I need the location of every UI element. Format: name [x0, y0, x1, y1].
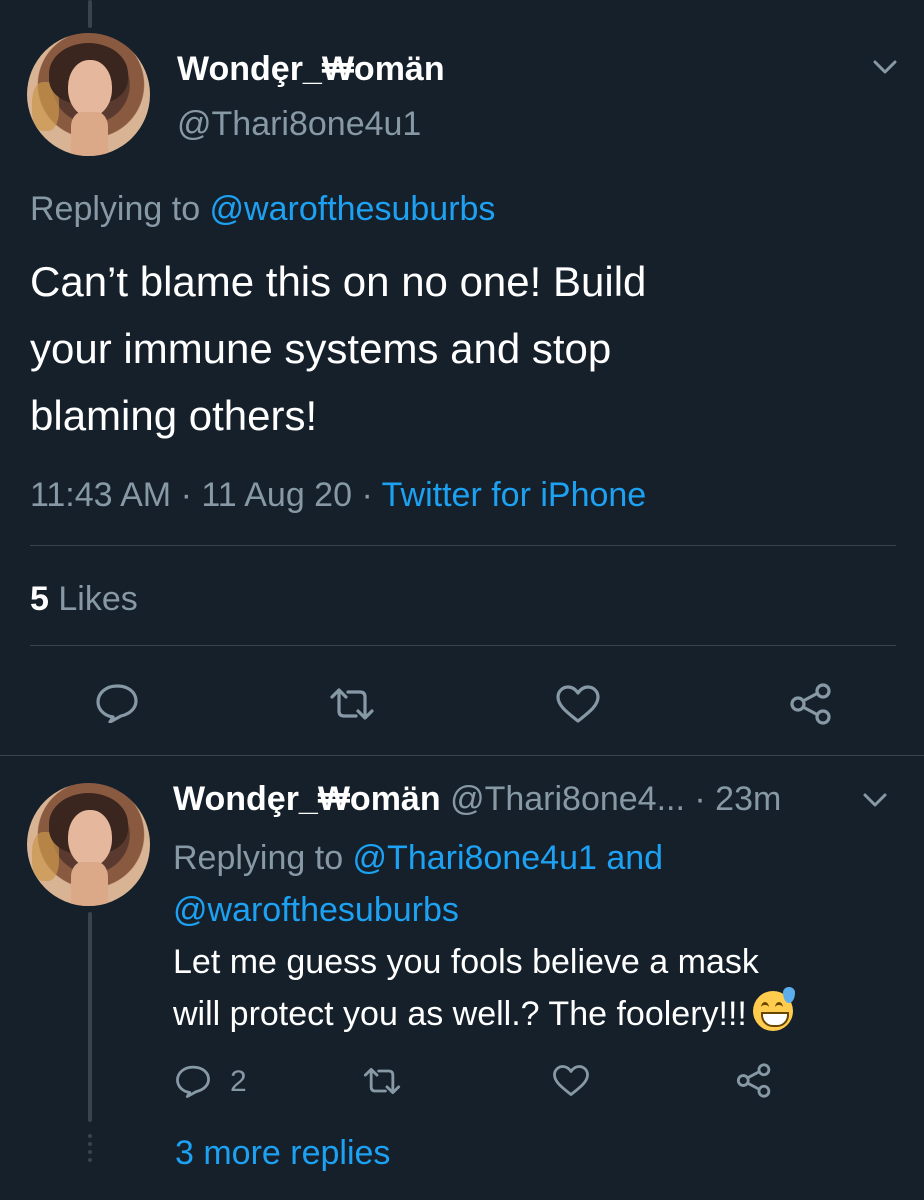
reply-text-line: Let me guess you fools believe a mask: [173, 943, 759, 981]
grinning-face-with-sweat-emoji: [752, 987, 795, 1031]
likes-count: 5: [30, 580, 49, 618]
reply-text-line: will protect you as well.? The foolery!!…: [173, 995, 747, 1033]
divider: [0, 755, 924, 756]
chevron-down-icon[interactable]: [872, 58, 898, 76]
reply-count: 2: [230, 1065, 247, 1098]
tweet-meta: 11:43 AM · 11 Aug 20 · Twitter for iPhon…: [30, 474, 646, 516]
like-icon[interactable]: [555, 684, 601, 724]
reply-age[interactable]: · 23m: [694, 780, 781, 818]
thread-dots: [85, 1134, 95, 1162]
tweet-date[interactable]: 11 Aug 20: [201, 476, 352, 514]
thread-line-reply: [88, 912, 92, 1122]
divider: [30, 545, 896, 546]
reply-text: Let me guess you fools believe a mask wi…: [173, 936, 913, 1040]
reply-replying-to: Replying to @Thari8one4u1 and @warofthes…: [173, 832, 893, 936]
tweet-source-link[interactable]: Twitter for iPhone: [382, 476, 647, 514]
tweet-text: Can’t blame this on no one! Build your i…: [30, 248, 910, 449]
retweet-icon[interactable]: [328, 686, 376, 722]
share-icon[interactable]: [788, 683, 834, 725]
replying-to-link[interactable]: @Thari8one4u1: [353, 839, 597, 877]
tweet-text-line: Can’t blame this on no one! Build: [30, 258, 647, 305]
avatar[interactable]: [27, 783, 150, 906]
divider: [30, 645, 896, 646]
reply-icon[interactable]: [175, 1064, 211, 1098]
reply-icon[interactable]: [95, 683, 139, 723]
thread-line-top: [88, 0, 92, 28]
retweet-icon[interactable]: [362, 1066, 402, 1096]
meta-separator: ·: [180, 476, 192, 514]
avatar[interactable]: [27, 33, 150, 156]
main-handle[interactable]: @Thari8one4u1: [177, 103, 421, 145]
likes-label: Likes: [58, 580, 138, 618]
reply-display-name[interactable]: Wondȩr_₩omän: [173, 780, 441, 818]
reply-handle[interactable]: @Thari8one4...: [450, 780, 685, 818]
main-display-name[interactable]: Wondȩr_₩omän: [177, 48, 445, 90]
share-icon[interactable]: [735, 1063, 773, 1098]
more-replies-link[interactable]: 3 more replies: [175, 1132, 390, 1174]
replying-prefix: Replying to: [30, 190, 210, 228]
tweet-text-line: your immune systems and stop: [30, 325, 612, 372]
replying-prefix: Replying to: [173, 839, 353, 877]
tweet-time[interactable]: 11:43 AM: [30, 476, 171, 514]
replying-to-line: Replying to @warofthesuburbs: [30, 188, 495, 230]
replying-to-link[interactable]: @warofthesuburbs: [173, 891, 459, 929]
likes-stat[interactable]: 5 Likes: [30, 578, 138, 620]
meta-separator: ·: [361, 476, 373, 514]
replying-to-link[interactable]: @warofthesuburbs: [210, 190, 496, 228]
like-icon[interactable]: [552, 1064, 590, 1097]
chevron-down-icon[interactable]: [862, 791, 888, 809]
reply-header: Wondȩr_₩omän @Thari8one4... · 23m: [173, 778, 781, 820]
replying-and: and: [596, 839, 664, 877]
tweet-text-line: blaming others!: [30, 392, 318, 439]
